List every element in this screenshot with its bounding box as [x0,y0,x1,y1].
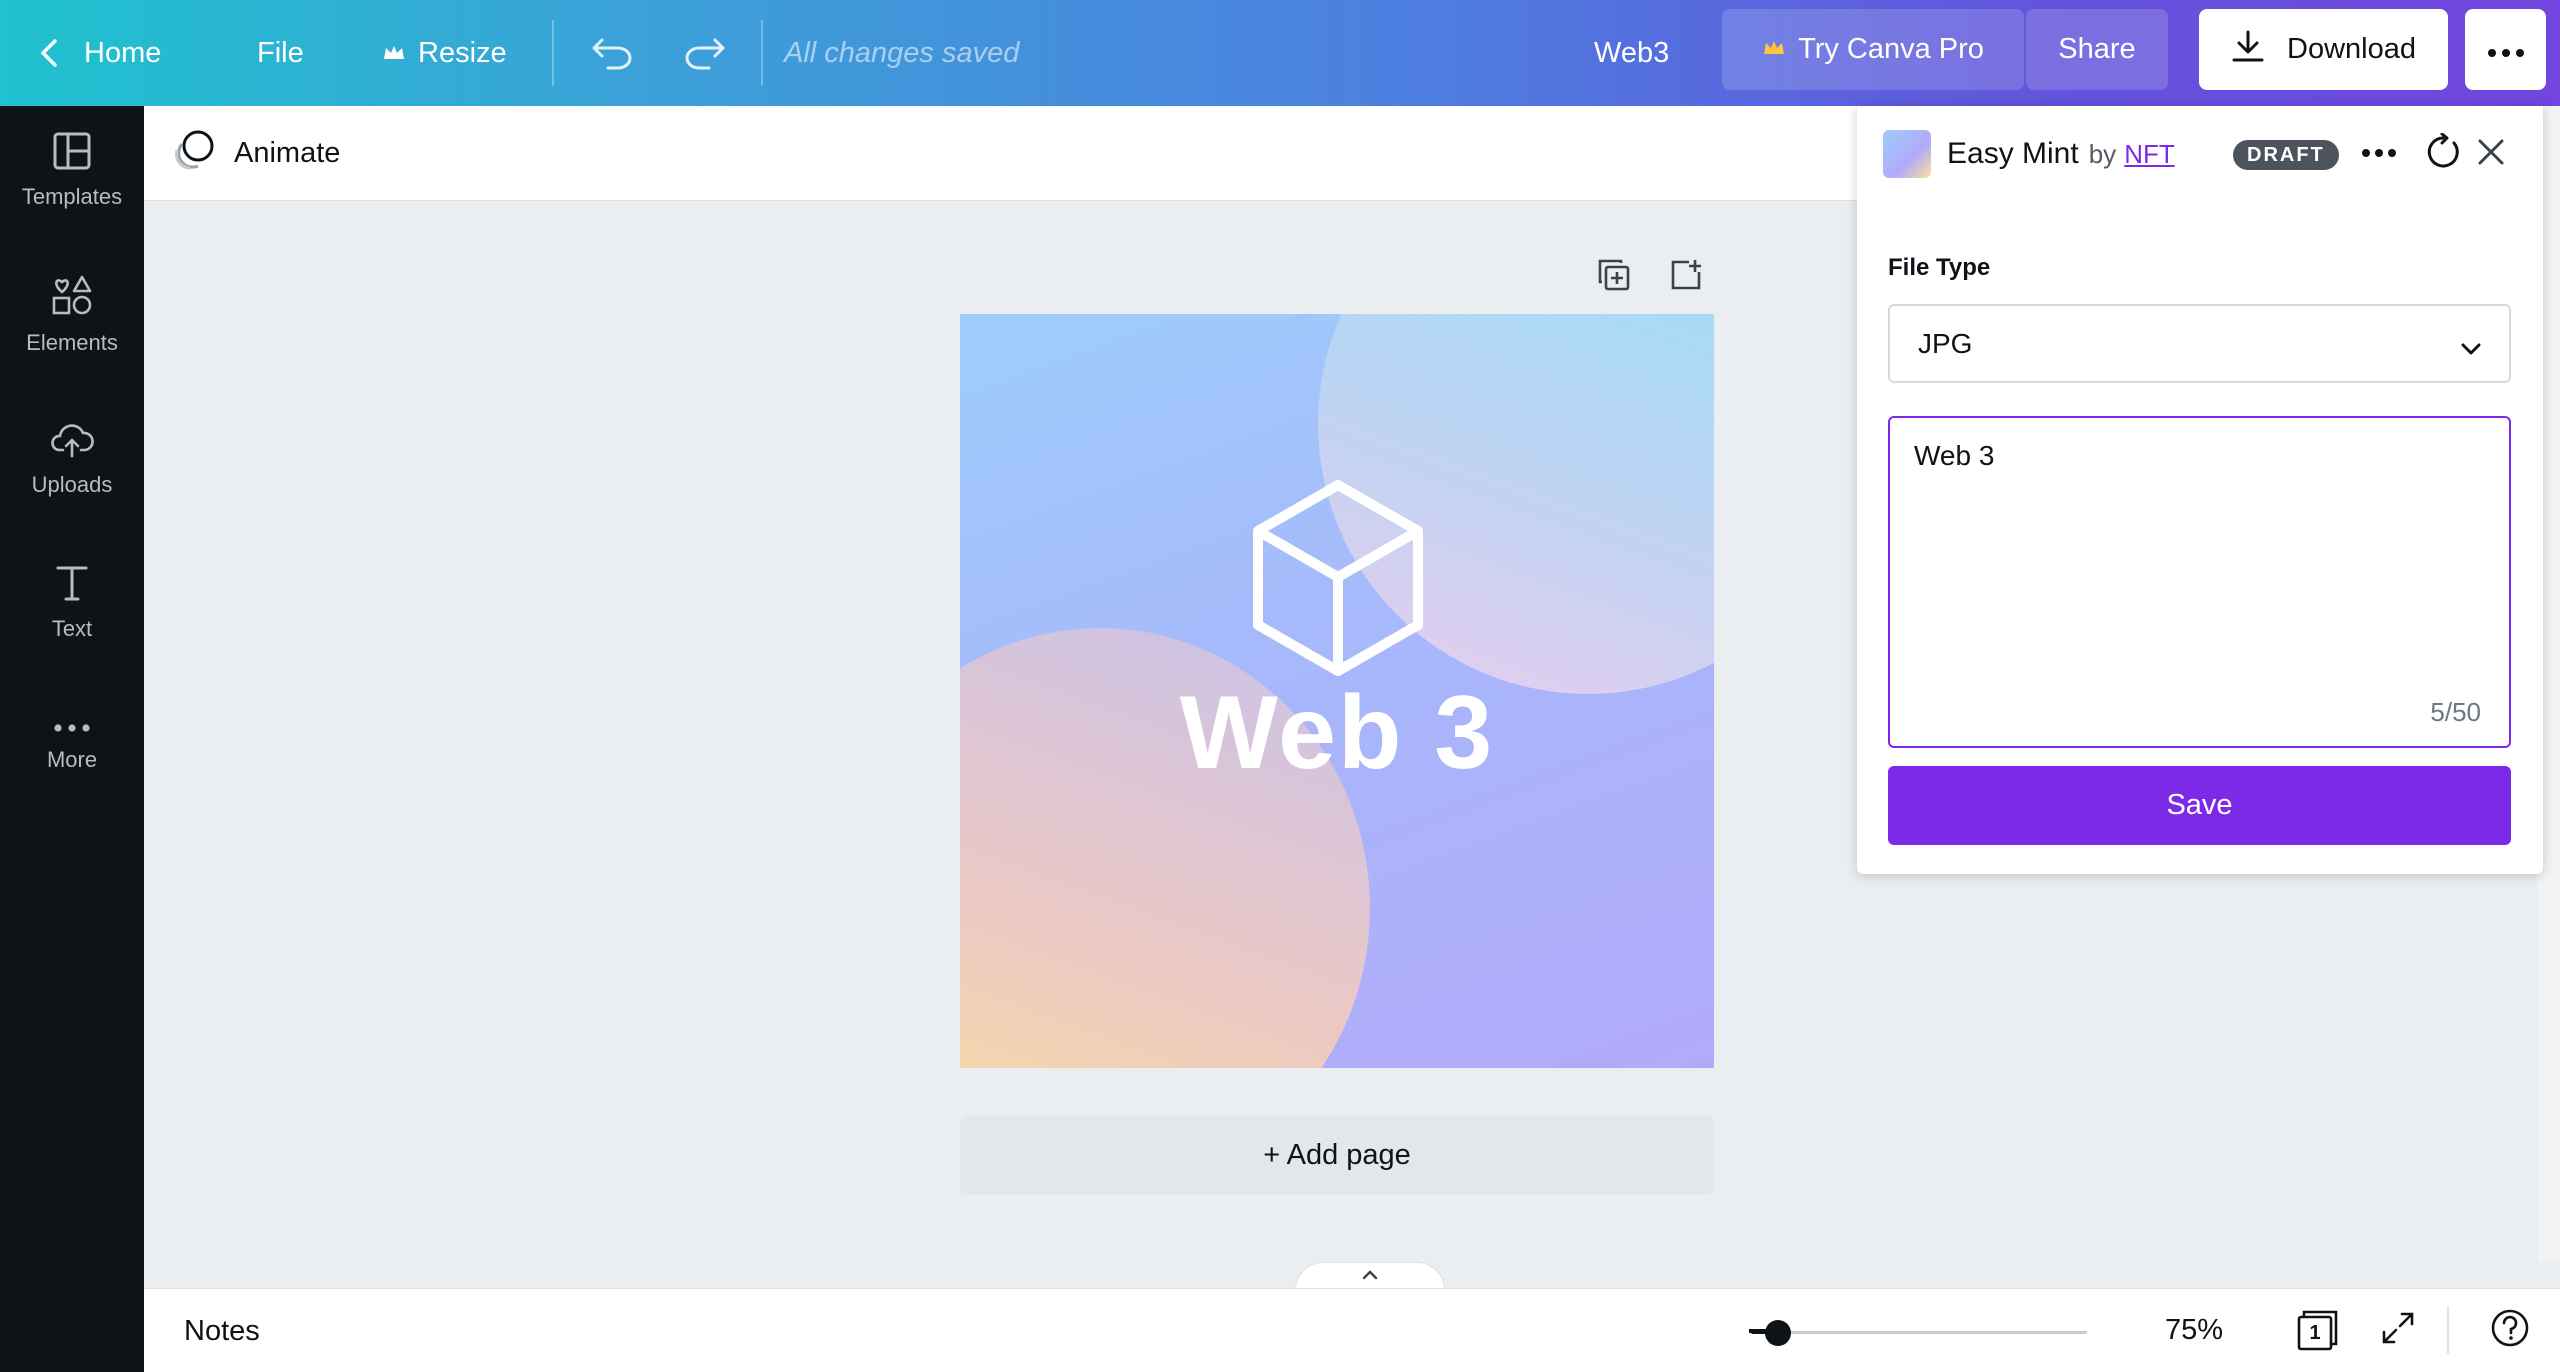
sidebar-item-elements[interactable]: Elements [0,250,144,380]
text-icon [55,564,89,616]
try-canva-pro-button[interactable]: Try Canva Pro [1722,9,2024,90]
toolbar-divider [761,20,763,86]
top-bar: Home File Resize All changes saved Web3 … [0,0,2560,106]
file-type-label: File Type [1888,254,1991,281]
expand-icon [2380,1310,2416,1351]
easy-mint-panel: Easy Mint by NFT DRAFT File Type JPG Web… [1857,106,2543,874]
duplicate-page-icon [1597,258,1631,297]
notes-button[interactable]: Notes [184,1289,260,1372]
close-icon [2477,138,2505,171]
sidebar-item-templates[interactable]: Templates [0,106,144,236]
pages-icon: 1 [2296,1308,2340,1352]
save-label: Save [2166,789,2233,821]
sidebar-label: Templates [21,184,123,209]
file-label: File [257,36,304,69]
sidebar-item-uploads[interactable]: Uploads [0,394,144,524]
document-title[interactable]: Web3 [1594,0,1669,106]
app-name: Easy Mint [1947,137,2079,170]
redo-icon [683,36,727,70]
footer-divider [2447,1306,2449,1354]
collapse-notes-tab[interactable] [1295,1262,1445,1290]
character-counter: 5/50 [2430,697,2481,727]
redo-button[interactable] [683,0,727,106]
download-button[interactable]: Download [2199,9,2448,90]
sidebar-item-text[interactable]: Text [0,538,144,668]
more-horizontal-icon [53,721,91,747]
file-type-value: JPG [1918,327,1973,359]
animate-icon [172,128,234,180]
share-button[interactable]: Share [2026,9,2168,90]
download-label: Download [2287,33,2416,65]
try-pro-label: Try Canva Pro [1798,33,1984,65]
reload-icon [2424,132,2462,176]
app-author-link[interactable]: NFT [2124,139,2175,170]
app-by-text: by [2088,138,2117,169]
templates-icon [53,132,91,184]
draft-badge: DRAFT [2233,140,2339,170]
reload-button[interactable] [2419,130,2467,178]
fullscreen-button[interactable] [2376,1288,2420,1372]
design-title-text[interactable]: Web 3 [960,674,1714,793]
home-button[interactable]: Home [40,0,161,106]
undo-button[interactable] [590,0,634,106]
add-page-label: + Add page [1263,1139,1411,1171]
more-horizontal-icon [2361,145,2397,163]
name-textarea[interactable]: Web 3 5/50 [1888,416,2511,748]
toolbar-divider [552,20,554,86]
cube-icon[interactable] [1250,479,1426,684]
sidebar-label: Text [51,616,93,641]
more-horizontal-icon [2486,33,2526,66]
chevron-down-icon [2459,333,2483,365]
file-type-select[interactable]: JPG [1888,304,2511,383]
crown-icon [382,43,406,63]
help-button[interactable] [2487,1288,2533,1372]
panel-more-button[interactable] [2355,130,2403,178]
name-textarea-value: Web 3 [1914,440,1995,471]
resize-button[interactable]: Resize [382,0,507,106]
share-label: Share [2058,33,2136,65]
save-button[interactable]: Save [1888,766,2511,845]
chevron-up-icon [1361,1268,1379,1286]
undo-icon [590,36,634,70]
zoom-slider-track[interactable] [1751,1331,2087,1334]
help-icon [2490,1308,2530,1353]
more-options-button[interactable] [2465,9,2546,90]
left-sidebar: Templates Elements Uploads Text More [0,106,144,1372]
app-logo [1883,130,1931,178]
crown-icon [1762,33,1786,66]
uploads-icon [50,420,94,472]
animate-button[interactable]: Animate [172,106,340,201]
home-label: Home [84,36,162,69]
close-panel-button[interactable] [2467,130,2515,178]
app-title: Easy Mint by NFT [1947,106,2175,202]
notes-label: Notes [184,1314,260,1347]
design-page[interactable]: Web 3 [960,314,1714,1068]
page-count-button[interactable]: 1 [2294,1288,2342,1372]
add-page-icon-button[interactable] [1666,257,1706,297]
sidebar-label: Elements [26,330,118,355]
add-page-icon [1669,258,1703,297]
sidebar-item-more[interactable]: More [0,682,144,812]
file-menu-button[interactable]: File [257,0,304,106]
zoom-slider-handle[interactable] [1764,1320,1791,1346]
add-page-button[interactable]: + Add page [960,1116,1714,1195]
page-count-number: 1 [2309,1321,2321,1344]
sidebar-label: More [46,747,98,772]
duplicate-page-button[interactable] [1594,257,1634,297]
animate-label: Animate [234,137,341,169]
zoom-level[interactable]: 75% [2165,1288,2223,1372]
chevron-left-icon [40,38,58,68]
download-icon [2231,29,2265,71]
resize-label: Resize [418,36,507,69]
save-status: All changes saved [784,36,1020,69]
elements-icon [51,274,93,330]
sidebar-label: Uploads [31,472,113,497]
panel-header: Easy Mint by NFT DRAFT [1857,106,2543,202]
